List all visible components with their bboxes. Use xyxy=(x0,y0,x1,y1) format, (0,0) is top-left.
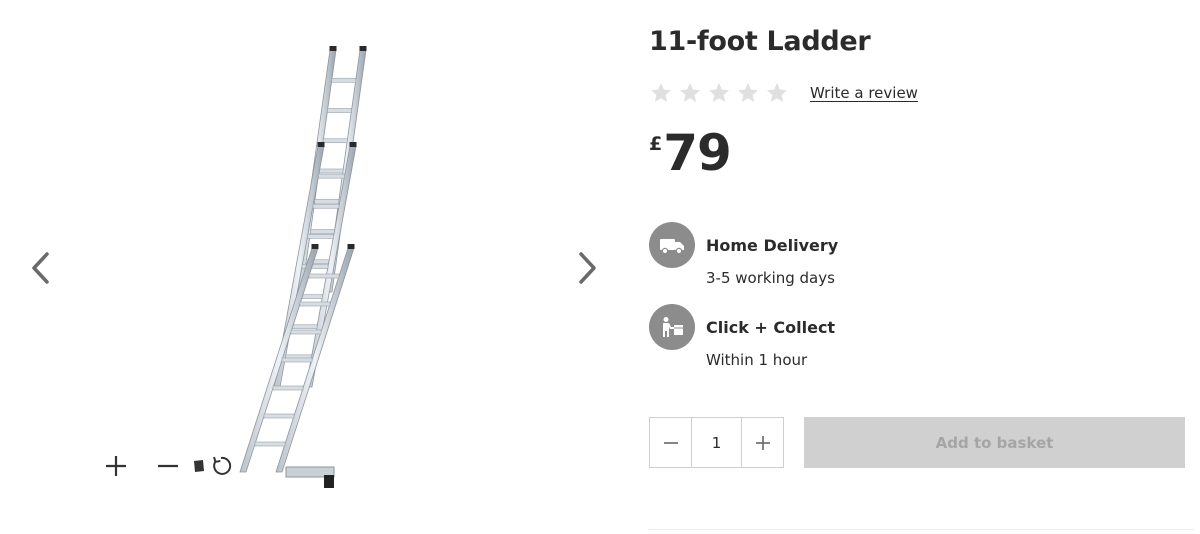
increase-quantity-button[interactable] xyxy=(742,418,783,467)
product-title: 11-foot Ladder xyxy=(649,26,871,57)
product-details: 11-foot Ladder Write a review £ 79 Home … xyxy=(649,0,1194,534)
click-collect-option: Click + Collect Within 1 hour xyxy=(649,304,1049,374)
image-zoom-controls xyxy=(100,450,234,482)
reset-icon xyxy=(213,456,232,475)
star-icon xyxy=(736,81,760,105)
section-divider xyxy=(649,529,1194,530)
rating-row: Write a review xyxy=(649,80,918,106)
click-collect-title: Click + Collect xyxy=(706,318,836,337)
next-image-button[interactable] xyxy=(572,248,602,288)
drag-handle[interactable] xyxy=(192,456,206,476)
product-image xyxy=(239,46,367,488)
product-price: £ 79 xyxy=(649,124,732,182)
zoom-out-button[interactable] xyxy=(152,450,184,482)
decrease-quantity-button[interactable] xyxy=(650,418,691,467)
star-icon xyxy=(649,81,673,105)
add-to-basket-button[interactable]: Add to basket xyxy=(804,417,1185,468)
zoom-in-icon xyxy=(106,456,126,476)
zoom-in-button[interactable] xyxy=(100,450,132,482)
minus-icon xyxy=(663,441,678,444)
product-gallery xyxy=(0,0,625,534)
previous-image-button[interactable] xyxy=(26,248,56,288)
price-amount: 79 xyxy=(663,124,732,182)
star-icon xyxy=(707,81,731,105)
reset-zoom-button[interactable] xyxy=(208,453,234,479)
click-collect-subtitle: Within 1 hour xyxy=(706,351,808,369)
delivery-truck-icon xyxy=(649,222,695,268)
quantity-input[interactable] xyxy=(691,418,742,467)
write-review-link[interactable]: Write a review xyxy=(810,84,918,102)
star-icon xyxy=(678,81,702,105)
home-delivery-subtitle: 3-5 working days xyxy=(706,269,835,287)
star-icon xyxy=(765,81,789,105)
drag-handle-icon xyxy=(194,460,204,472)
home-delivery-title: Home Delivery xyxy=(706,236,839,255)
chevron-left-icon xyxy=(32,252,49,284)
click-collect-icon xyxy=(649,304,695,350)
price-currency: £ xyxy=(649,133,663,155)
plus-icon xyxy=(755,435,770,450)
ladder-foot-cap xyxy=(324,475,334,488)
quantity-stepper xyxy=(649,417,784,468)
home-delivery-option: Home Delivery 3-5 working days xyxy=(649,222,1049,292)
chevron-right-icon xyxy=(579,252,596,284)
zoom-out-icon xyxy=(158,464,178,468)
